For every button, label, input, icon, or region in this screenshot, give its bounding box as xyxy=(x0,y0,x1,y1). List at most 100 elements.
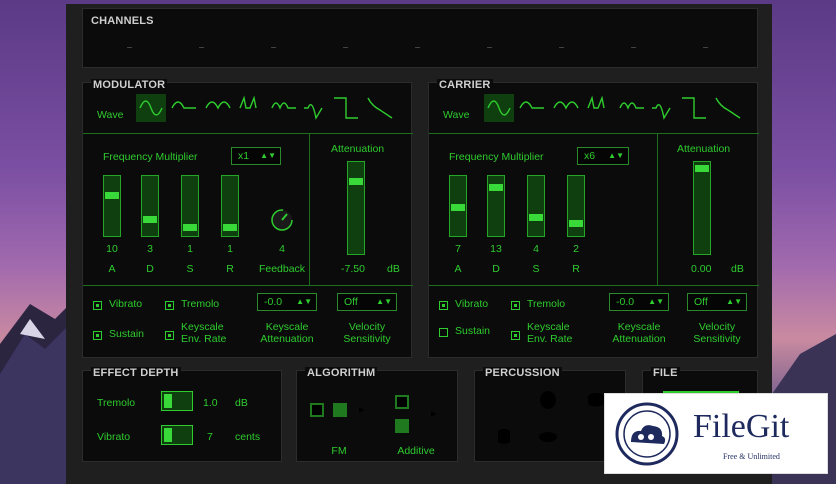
tremolo-checkbox[interactable] xyxy=(165,301,174,310)
frequency-multiplier-select[interactable]: x1 ▲▼ xyxy=(231,147,281,165)
carrier-wave-selector xyxy=(484,94,744,127)
cymbal-icon[interactable] xyxy=(537,429,559,445)
wave-label: Wave xyxy=(443,109,470,121)
velocity-sensitivity-label: Velocity Sensitivity xyxy=(693,321,741,345)
carrier-title: CARRIER xyxy=(437,79,493,91)
tom-drum-icon[interactable] xyxy=(495,427,513,447)
channel-slot[interactable] xyxy=(703,47,708,48)
channel-slot[interactable] xyxy=(559,47,564,48)
velocity-sensitivity-select[interactable]: Off ▲▼ xyxy=(337,293,397,311)
decay-label: D xyxy=(146,263,154,275)
sustain-toggle-label: Sustain xyxy=(109,328,145,340)
stepper-icon: ▲▼ xyxy=(648,297,664,306)
keyscale-env-rate-checkbox[interactable] xyxy=(165,331,174,340)
decay-label: D xyxy=(492,263,500,275)
decay-slider[interactable] xyxy=(487,175,505,237)
vibrato-depth-value: 7 xyxy=(207,431,213,443)
feedback-knob-icon[interactable] xyxy=(269,207,295,233)
tremolo-depth-value: 1.0 xyxy=(203,397,218,409)
keyscale-attenuation-select[interactable]: -0.0 ▲▼ xyxy=(609,293,669,311)
attenuation-value: -7.50 xyxy=(341,263,365,275)
half-sine-wave-icon xyxy=(171,101,196,109)
effect-depth-title: EFFECT DEPTH xyxy=(91,367,181,379)
filegit-watermark: FileGit Free & Unlimited xyxy=(604,393,828,474)
tremolo-label: Tremolo xyxy=(181,298,220,310)
sustain-checkbox[interactable] xyxy=(93,331,102,340)
decay-slider[interactable] xyxy=(141,175,159,237)
attenuation-slider[interactable] xyxy=(693,161,711,255)
wave-label: Wave xyxy=(97,109,124,121)
effect-depth-panel: EFFECT DEPTH Tremolo 1.0 dB Vibrato 7 ce… xyxy=(82,367,282,462)
channel-slot[interactable] xyxy=(487,47,492,48)
sustain-value: 4 xyxy=(533,243,539,255)
stepper-icon: ▲▼ xyxy=(260,151,276,160)
channel-slot[interactable] xyxy=(127,47,132,48)
tremolo-depth-label: Tremolo xyxy=(97,397,136,409)
attack-slider[interactable] xyxy=(103,175,121,237)
channel-slot[interactable] xyxy=(343,47,348,48)
modulator-wave-selector xyxy=(136,94,396,127)
sustain-toggle-label: Sustain xyxy=(455,325,491,337)
feedback-value: 4 xyxy=(279,243,285,255)
sustain-checkbox[interactable] xyxy=(439,328,448,337)
percussion-title: PERCUSSION xyxy=(483,367,562,379)
channel-slot[interactable] xyxy=(271,47,276,48)
bass-drum-icon[interactable] xyxy=(537,389,559,411)
channel-slot[interactable] xyxy=(415,47,420,48)
release-slider[interactable] xyxy=(567,175,585,237)
keyscale-env-rate-checkbox[interactable] xyxy=(511,331,520,340)
modulator-title: MODULATOR xyxy=(91,79,168,91)
decay-value: 13 xyxy=(490,243,502,255)
release-value: 1 xyxy=(227,243,233,255)
stepper-icon: ▲▼ xyxy=(296,297,312,306)
stepper-icon: ▲▼ xyxy=(726,297,742,306)
attack-slider[interactable] xyxy=(449,175,467,237)
square-wave-icon xyxy=(682,97,706,119)
percussion-off-icon[interactable] xyxy=(495,391,513,409)
sustain-value: 1 xyxy=(187,243,193,255)
keyscale-attenuation-label: Keyscale Attenuation xyxy=(612,321,666,345)
fm-algorithm-icon[interactable] xyxy=(309,397,371,427)
frequency-multiplier-label: Frequency Multiplier xyxy=(449,151,544,163)
algorithm-title: ALGORITHM xyxy=(305,367,378,379)
keyscale-attenuation-select[interactable]: -0.0 ▲▼ xyxy=(257,293,317,311)
channel-slot[interactable] xyxy=(199,47,204,48)
vibrato-checkbox[interactable] xyxy=(439,301,448,310)
abs-sine-wave-icon xyxy=(205,101,231,110)
algorithm-panel: ALGORITHM FM Additive xyxy=(296,367,458,462)
attenuation-unit: dB xyxy=(731,263,744,275)
attenuation-slider[interactable] xyxy=(347,161,365,255)
sustain-slider[interactable] xyxy=(181,175,199,237)
sustain-label: S xyxy=(186,263,194,275)
additive-label: Additive xyxy=(397,445,435,457)
frequency-multiplier-select[interactable]: x6 ▲▼ xyxy=(577,147,629,165)
channel-slot[interactable] xyxy=(631,47,636,48)
stepper-icon: ▲▼ xyxy=(376,297,392,306)
fm-label: FM xyxy=(331,445,347,457)
frequency-multiplier-label: Frequency Multiplier xyxy=(103,151,198,163)
sustain-slider[interactable] xyxy=(527,175,545,237)
stepper-icon: ▲▼ xyxy=(608,151,624,160)
attenuation-unit: dB xyxy=(387,263,400,275)
channels-title: CHANNELS xyxy=(91,15,154,27)
pulse-sine-wave-icon xyxy=(587,95,605,109)
vibrato-depth-label: Vibrato xyxy=(97,431,131,443)
release-slider[interactable] xyxy=(221,175,239,237)
tremolo-depth-unit: dB xyxy=(235,397,248,409)
abs-even-sine-wave-icon xyxy=(652,104,671,120)
release-label: R xyxy=(572,263,580,275)
channels-panel: CHANNELS xyxy=(82,8,758,68)
vibrato-checkbox[interactable] xyxy=(93,301,102,310)
tremolo-depth-toggle[interactable] xyxy=(161,391,193,411)
velocity-sensitivity-select[interactable]: Off ▲▼ xyxy=(687,293,747,311)
additive-algorithm-icon[interactable] xyxy=(391,393,443,437)
attenuation-label: Attenuation xyxy=(331,143,385,155)
file-title: FILE xyxy=(651,367,680,379)
vibrato-depth-toggle[interactable] xyxy=(161,425,193,445)
vibrato-depth-unit: cents xyxy=(235,431,261,443)
square-wave-icon xyxy=(334,97,358,119)
filegit-logo-icon xyxy=(615,402,679,466)
attack-value: 10 xyxy=(106,243,118,255)
vibrato-label: Vibrato xyxy=(109,298,143,310)
tremolo-checkbox[interactable] xyxy=(511,301,520,310)
